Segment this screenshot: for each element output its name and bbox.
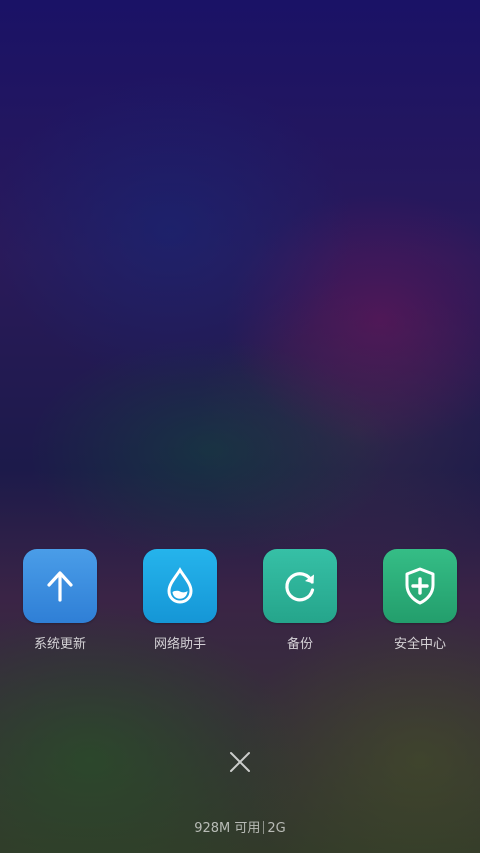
- backup-tile[interactable]: 备份: [248, 549, 352, 652]
- system-update-label: 系统更新: [33, 637, 86, 652]
- system-update-tile[interactable]: 系统更新: [8, 549, 112, 652]
- quick-actions-panel: 系统更新 网络助手 备份 安全中心: [0, 549, 480, 659]
- security-center-button[interactable]: [383, 549, 457, 623]
- memory-status: 928M 可用 2G: [0, 817, 480, 836]
- security-center-label: 安全中心: [393, 637, 446, 652]
- network-assistant-tile[interactable]: 网络助手: [128, 549, 232, 652]
- arrow-up-icon: [47, 571, 73, 602]
- close-button[interactable]: [222, 744, 258, 780]
- system-update-button[interactable]: [23, 549, 97, 623]
- backup-button[interactable]: [263, 549, 337, 623]
- shield-plus-icon: [405, 567, 435, 605]
- memory-total: 2G: [267, 821, 286, 836]
- close-icon: [230, 752, 250, 772]
- refresh-icon: [285, 572, 315, 602]
- memory-divider: [263, 821, 265, 834]
- backup-label: 备份: [286, 637, 313, 652]
- memory-available: 928M 可用: [194, 821, 261, 836]
- water-drop-icon: [167, 567, 193, 604]
- network-assistant-label: 网络助手: [153, 637, 206, 652]
- network-assistant-button[interactable]: [143, 549, 217, 623]
- security-center-tile[interactable]: 安全中心: [368, 549, 472, 652]
